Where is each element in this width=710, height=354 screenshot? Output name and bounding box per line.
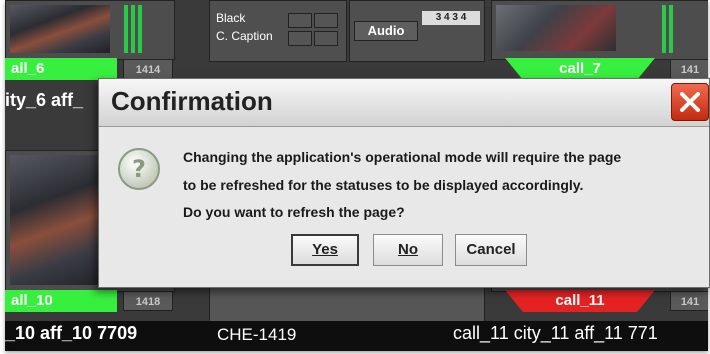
- yes-button[interactable]: Yes: [291, 234, 359, 266]
- audio-panel: Audio 3 4 3 4: [349, 0, 485, 62]
- tile-10-label: all_10: [5, 290, 117, 312]
- caption-switch-b[interactable]: [314, 31, 338, 46]
- video-thumbnail: [10, 5, 110, 53]
- tile-7-number: 141: [670, 59, 708, 79]
- dialog-message-line-2: to be refreshed for the statuses to be d…: [183, 177, 584, 193]
- black-label: Black: [216, 11, 246, 25]
- audio-label[interactable]: Audio: [354, 21, 418, 41]
- tile-7-label: call_7: [505, 58, 655, 80]
- tile-6[interactable]: [5, 0, 175, 60]
- dialog-title-bar[interactable]: Confirmation: [99, 79, 709, 127]
- tile-11-number: 141: [670, 291, 708, 311]
- tile-7[interactable]: [491, 0, 708, 60]
- cancel-button-label: Cancel: [466, 241, 516, 258]
- closed-caption-label: C. Caption: [216, 29, 273, 43]
- confirmation-dialog: Confirmation ? Changing the application'…: [98, 78, 710, 288]
- black-switch-a[interactable]: [288, 13, 312, 28]
- dialog-message-line-3: Do you want to refresh the page?: [183, 204, 405, 220]
- tile-6-caption: ity_6 aff_: [5, 90, 84, 110]
- svg-text:?: ?: [132, 155, 146, 183]
- dialog-message-line-1: Changing the application's operational m…: [183, 149, 622, 165]
- che-caption: CHE-1419: [217, 325, 297, 344]
- question-icon: ?: [117, 147, 161, 191]
- close-icon: [680, 92, 700, 112]
- yes-button-label: Yes: [312, 241, 338, 258]
- audio-channels: 3 4 3 4: [422, 11, 480, 25]
- video-thumbnail: [496, 5, 616, 51]
- cancel-button[interactable]: Cancel: [455, 234, 527, 266]
- tile-10-caption: _10 aff_10 7709: [5, 323, 138, 343]
- black-switch-b[interactable]: [314, 13, 338, 28]
- switch-panel: Black C. Caption: [209, 0, 347, 62]
- no-button[interactable]: No: [373, 234, 443, 266]
- close-button[interactable]: [671, 83, 709, 121]
- dialog-title: Confirmation: [111, 86, 273, 116]
- video-thumbnail: [10, 155, 110, 285]
- tile-6-number: 1414: [123, 59, 173, 79]
- caption-switch-a[interactable]: [288, 31, 312, 46]
- tile-6-label: all_6: [5, 58, 117, 80]
- audio-meters: [662, 5, 673, 53]
- tile-10-number: 1418: [123, 291, 173, 311]
- tile-11-caption: call_11 city_11 aff_11 771: [453, 323, 658, 343]
- audio-meters: [124, 5, 142, 53]
- no-button-label: No: [398, 241, 418, 258]
- tile-11-label: call_11: [505, 290, 655, 312]
